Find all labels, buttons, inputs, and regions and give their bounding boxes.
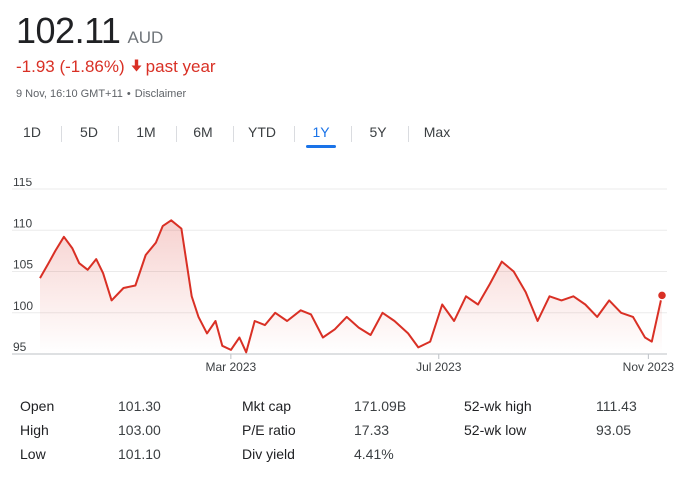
x-tick-label: Mar 2023 bbox=[206, 360, 257, 374]
x-tick-label: Nov 2023 bbox=[623, 360, 675, 374]
stat-pe-value: 17.33 bbox=[354, 422, 390, 438]
y-tick-label: 115 bbox=[13, 178, 32, 189]
stat-mktcap-label: Mkt cap bbox=[242, 398, 292, 414]
current-price: 102.11 bbox=[16, 10, 121, 51]
tab-max[interactable]: Max bbox=[418, 118, 456, 148]
tab-divider bbox=[408, 126, 409, 142]
stat-high-value: 103.00 bbox=[118, 422, 161, 438]
price-header: 102.11 AUD bbox=[16, 10, 163, 52]
tab-divider bbox=[233, 126, 234, 142]
y-tick-label: 110 bbox=[13, 216, 32, 230]
last-price-dot bbox=[656, 290, 668, 301]
tab-divider bbox=[294, 126, 295, 142]
disclaimer-link[interactable]: Disclaimer bbox=[135, 88, 186, 100]
price-change-value: -1.93 (-1.86%) bbox=[16, 57, 125, 76]
stat-52wk-low-value: 93.05 bbox=[596, 422, 632, 438]
stat-high-label: High bbox=[20, 422, 49, 438]
meta-separator: • bbox=[126, 88, 131, 100]
tab-5d[interactable]: 5D bbox=[71, 118, 107, 148]
tab-5y[interactable]: 5Y bbox=[360, 118, 396, 148]
stat-mktcap-value: 171.09B bbox=[354, 398, 407, 414]
tab-1d[interactable]: 1D bbox=[14, 118, 50, 148]
price-change-period: past year bbox=[145, 57, 216, 76]
stat-52wk-low-label: 52-wk low bbox=[464, 422, 527, 438]
range-tabs: 1D 5D 1M 6M YTD 1Y 5Y Max bbox=[0, 118, 480, 150]
arrow-down-icon bbox=[131, 57, 142, 77]
x-tick-label: Jul 2023 bbox=[416, 360, 462, 374]
price-chart[interactable]: 115 110 105 100 95 Mar 2023 Jul 2023 Nov 2023 bbox=[0, 178, 685, 378]
y-tick-label: 100 bbox=[13, 299, 33, 313]
price-change: -1.93 (-1.86%) past year bbox=[16, 57, 216, 77]
tab-divider bbox=[176, 126, 177, 142]
stat-pe-label: P/E ratio bbox=[242, 422, 296, 438]
currency-code: AUD bbox=[127, 28, 164, 47]
chart-area-fill bbox=[40, 220, 662, 354]
tab-ytd[interactable]: YTD bbox=[242, 118, 282, 148]
stat-open-value: 101.30 bbox=[118, 398, 161, 414]
stat-52wk-high-value: 111.43 bbox=[596, 398, 637, 414]
stat-open-label: Open bbox=[20, 398, 55, 414]
tab-divider bbox=[351, 126, 352, 142]
key-stats: Open 101.30 High 103.00 Low 101.10 Mkt c… bbox=[0, 395, 685, 475]
quote-meta: 9 Nov, 16:10 GMT+11 • Disclaimer bbox=[16, 88, 186, 100]
x-axis-labels: Mar 2023 Jul 2023 Nov 2023 bbox=[206, 354, 675, 374]
tab-1y[interactable]: 1Y bbox=[304, 118, 338, 148]
stat-div-label: Div yield bbox=[242, 446, 295, 462]
tab-1m[interactable]: 1M bbox=[127, 118, 165, 148]
stat-div-value: 4.41% bbox=[354, 446, 394, 462]
tab-6m[interactable]: 6M bbox=[185, 118, 221, 148]
stat-52wk-high-label: 52-wk high bbox=[464, 398, 532, 414]
tab-divider bbox=[118, 126, 119, 142]
y-axis-labels: 115 110 105 100 95 bbox=[13, 178, 33, 354]
tab-divider bbox=[61, 126, 62, 142]
stat-low-label: Low bbox=[20, 446, 46, 462]
stat-low-value: 101.10 bbox=[118, 446, 161, 462]
y-tick-label: 95 bbox=[13, 340, 27, 354]
quote-timestamp: 9 Nov, 16:10 GMT+11 bbox=[16, 88, 123, 100]
y-tick-label: 105 bbox=[13, 258, 33, 272]
